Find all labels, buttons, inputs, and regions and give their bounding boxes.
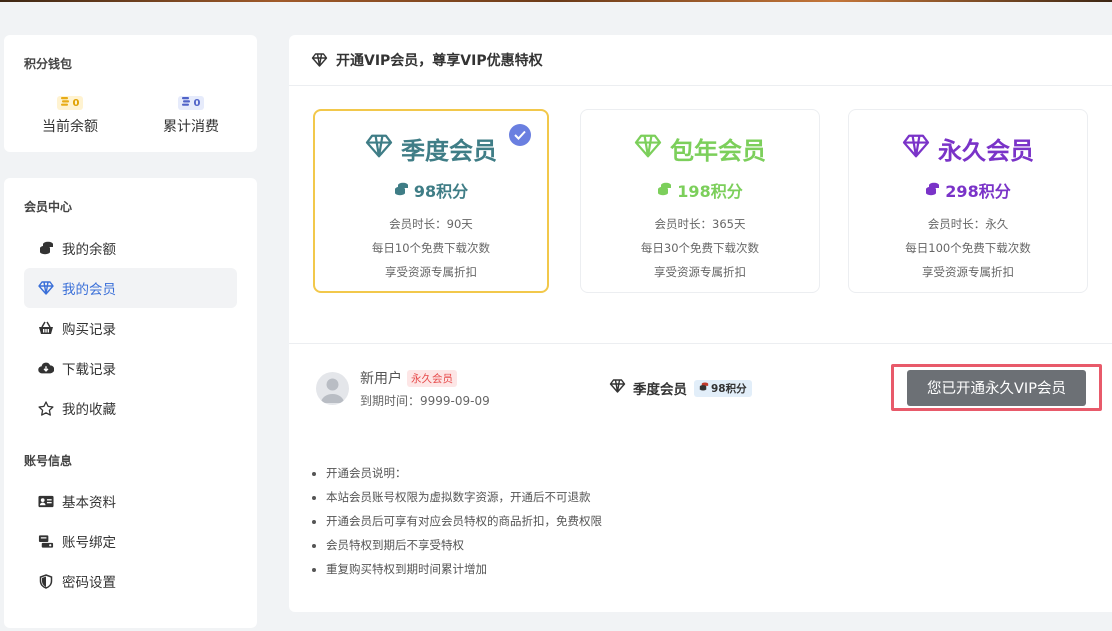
user-name: 新用户 bbox=[360, 371, 402, 387]
list-item: 会员特权到期后不享受特权 bbox=[326, 533, 602, 557]
plan-features: 会员时长：永久 每日100个免费下载次数 享受资源专属折扣 bbox=[849, 212, 1087, 284]
member-center-title: 会员中心 bbox=[24, 200, 73, 214]
plan-downloads: 每日100个免费下载次数 bbox=[905, 241, 1031, 255]
plan-features: 会员时长：365天 每日30个免费下载次数 享受资源专属折扣 bbox=[581, 212, 819, 284]
selected-plan-name: 季度会员 bbox=[633, 382, 687, 398]
membership-badge: 永久会员 bbox=[407, 369, 457, 387]
plan-price: 98积分 bbox=[315, 178, 547, 202]
coin-stack-icon bbox=[181, 97, 192, 109]
sidebar-item-my-membership[interactable]: 我的会员 bbox=[24, 268, 237, 308]
vip-button-highlight: 您已开通永久VIP会员 bbox=[891, 364, 1102, 411]
spent-label: 累计消费 bbox=[163, 119, 219, 135]
sidebar-item-label: 密码设置 bbox=[62, 575, 116, 591]
balance-label: 当前余额 bbox=[42, 119, 98, 135]
shield-icon bbox=[38, 573, 54, 589]
sidebar-item-my-balance[interactable]: 我的余额 bbox=[24, 228, 237, 268]
sidebar-item-account-binding[interactable]: 账号绑定 bbox=[24, 521, 237, 561]
plan-name: 永久会员 bbox=[849, 131, 1087, 166]
coins-icon bbox=[657, 181, 672, 200]
star-icon bbox=[38, 400, 54, 416]
diamond-icon bbox=[902, 134, 930, 164]
sidebar-item-label: 我的收藏 bbox=[62, 402, 116, 418]
membership-notes: 开通会员说明： 本站会员账号权限为虚拟数字资源，开通后不可退款 开通会员后可享有… bbox=[310, 461, 602, 581]
coins-icon bbox=[699, 382, 709, 394]
balance-chip: 0 bbox=[56, 96, 84, 110]
plan-duration: 会员时长：永久 bbox=[927, 217, 1009, 231]
plan-name: 包年会员 bbox=[581, 131, 819, 166]
coin-stack-icon bbox=[60, 97, 71, 109]
selected-plan-price: 98积分 bbox=[694, 379, 752, 397]
sidebar-item-purchase-history[interactable]: 购买记录 bbox=[24, 308, 237, 348]
coins-icon bbox=[394, 181, 409, 200]
diamond-icon bbox=[609, 379, 626, 397]
sidebar-item-label: 下载记录 bbox=[62, 362, 116, 378]
plan-duration: 会员时长：365天 bbox=[654, 217, 746, 231]
vip-status-button[interactable]: 您已开通永久VIP会员 bbox=[907, 369, 1086, 406]
vip-panel: 开通VIP会员，尊享VIP优惠特权 季度会员 98积分 会员时长：90天 每日1… bbox=[289, 35, 1112, 612]
check-icon bbox=[509, 124, 531, 146]
cloud-download-icon bbox=[38, 360, 54, 376]
plan-downloads: 每日30个免费下载次数 bbox=[640, 241, 760, 255]
account-info-title: 账号信息 bbox=[24, 454, 73, 468]
basket-icon bbox=[38, 320, 54, 336]
plan-perk: 享受资源专属折扣 bbox=[385, 265, 477, 279]
avatar[interactable] bbox=[316, 372, 349, 405]
plan-features: 会员时长：90天 每日10个免费下载次数 享受资源专属折扣 bbox=[315, 212, 547, 284]
coins-icon bbox=[925, 181, 940, 200]
plan-perk: 享受资源专属折扣 bbox=[654, 265, 746, 279]
plan-duration: 会员时长：90天 bbox=[389, 217, 473, 231]
sidebar-menu: 会员中心 我的余额 我的会员 购买记录 下载记录 我的收藏 账号信息 基本资料 … bbox=[4, 178, 257, 628]
user-name-row: 新用户 永久会员 bbox=[360, 368, 490, 388]
list-item: 重复购买特权到期时间累计增加 bbox=[326, 557, 602, 581]
diamond-icon bbox=[365, 134, 393, 164]
sidebar-item-download-history[interactable]: 下载记录 bbox=[24, 348, 237, 388]
plan-card-lifetime[interactable]: 永久会员 298积分 会员时长：永久 每日100个免费下载次数 享受资源专属折扣 bbox=[848, 109, 1088, 293]
sidebar-item-label: 我的余额 bbox=[62, 242, 116, 258]
user-summary: 新用户 永久会员 到期时间：9999-09-09 bbox=[316, 368, 490, 409]
balance-value: 0 bbox=[72, 97, 80, 109]
list-item: 开通会员后可享有对应会员特权的商品折扣，免费权限 bbox=[326, 509, 602, 533]
plan-card-yearly[interactable]: 包年会员 198积分 会员时长：365天 每日30个免费下载次数 享受资源专属折… bbox=[580, 109, 820, 293]
sidebar-item-label: 账号绑定 bbox=[62, 535, 116, 551]
sidebar-item-label: 购买记录 bbox=[62, 322, 116, 338]
diamond-icon bbox=[634, 134, 662, 164]
id-card-icon bbox=[38, 493, 54, 509]
sidebar-item-label: 我的会员 bbox=[62, 282, 116, 298]
spent-value: 0 bbox=[193, 97, 201, 109]
expire-time: 到期时间：9999-09-09 bbox=[360, 394, 490, 408]
list-item: 开通会员说明： bbox=[326, 461, 602, 485]
spent-stat[interactable]: 0 累计消费 bbox=[136, 91, 246, 136]
selected-plan-summary: 季度会员 98积分 bbox=[609, 378, 752, 398]
coins-icon bbox=[38, 240, 54, 256]
plan-card-quarterly[interactable]: 季度会员 98积分 会员时长：90天 每日10个免费下载次数 享受资源专属折扣 bbox=[313, 109, 549, 293]
balance-stat[interactable]: 0 当前余额 bbox=[15, 91, 125, 136]
spent-chip: 0 bbox=[177, 96, 205, 110]
wallet-card: 积分钱包 0 当前余额 0 累计消费 bbox=[4, 35, 257, 152]
top-accent-bar bbox=[0, 0, 1112, 2]
plan-price: 198积分 bbox=[581, 178, 819, 202]
vip-panel-header: 开通VIP会员，尊享VIP优惠特权 bbox=[289, 35, 1112, 86]
diamond-icon bbox=[38, 280, 54, 296]
user-info: 新用户 永久会员 到期时间：9999-09-09 bbox=[360, 368, 490, 409]
diamond-icon bbox=[311, 53, 328, 67]
list-item: 本站会员账号权限为虚拟数字资源，开通后不可退款 bbox=[326, 485, 602, 509]
link-icon bbox=[38, 533, 54, 549]
plan-perk: 享受资源专属折扣 bbox=[922, 265, 1014, 279]
sidebar-item-basic-profile[interactable]: 基本资料 bbox=[24, 481, 237, 521]
sidebar-item-password-settings[interactable]: 密码设置 bbox=[24, 561, 237, 601]
section-divider bbox=[289, 343, 1112, 344]
plan-price: 298积分 bbox=[849, 178, 1087, 202]
plan-downloads: 每日10个免费下载次数 bbox=[371, 241, 491, 255]
page-title: 开通VIP会员，尊享VIP优惠特权 bbox=[336, 53, 543, 69]
sidebar-item-my-favorites[interactable]: 我的收藏 bbox=[24, 388, 237, 428]
wallet-title: 积分钱包 bbox=[24, 57, 73, 71]
sidebar-item-label: 基本资料 bbox=[62, 495, 116, 511]
